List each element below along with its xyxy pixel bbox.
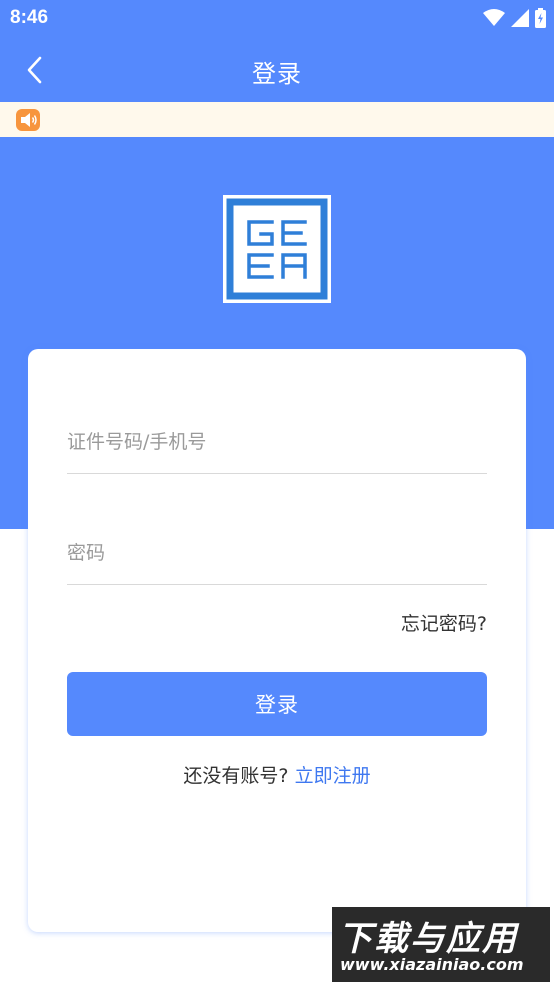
status-bar: 8:46: [0, 0, 554, 38]
status-time: 8:46: [10, 7, 49, 28]
login-button[interactable]: 登录: [67, 672, 487, 736]
watermark-title: 下载与应用: [338, 919, 518, 959]
password-field: [67, 528, 487, 585]
megaphone-icon: [16, 109, 40, 131]
id-field: [67, 417, 487, 474]
register-prompt: 还没有账号?: [183, 765, 289, 787]
watermark-url: www.xiazainiao.com: [340, 955, 524, 974]
register-prompt-row: 还没有账号? 立即注册: [28, 761, 526, 788]
notice-bar: [0, 102, 554, 137]
status-icons: [483, 8, 546, 28]
signal-icon: [511, 9, 529, 27]
app-bar: 登录: [0, 38, 554, 102]
page-title: 登录: [252, 60, 302, 88]
password-input[interactable]: [67, 542, 487, 564]
register-link[interactable]: 立即注册: [295, 765, 371, 787]
wifi-icon: [483, 9, 505, 26]
watermark: 下载与应用 www.xiazainiao.com: [332, 907, 550, 982]
id-input[interactable]: [67, 431, 487, 453]
login-card: 忘记密码? 登录 还没有账号? 立即注册: [28, 349, 526, 932]
battery-icon: [535, 8, 546, 28]
app-logo: [223, 195, 331, 303]
forgot-password-link[interactable]: 忘记密码?: [401, 609, 487, 636]
